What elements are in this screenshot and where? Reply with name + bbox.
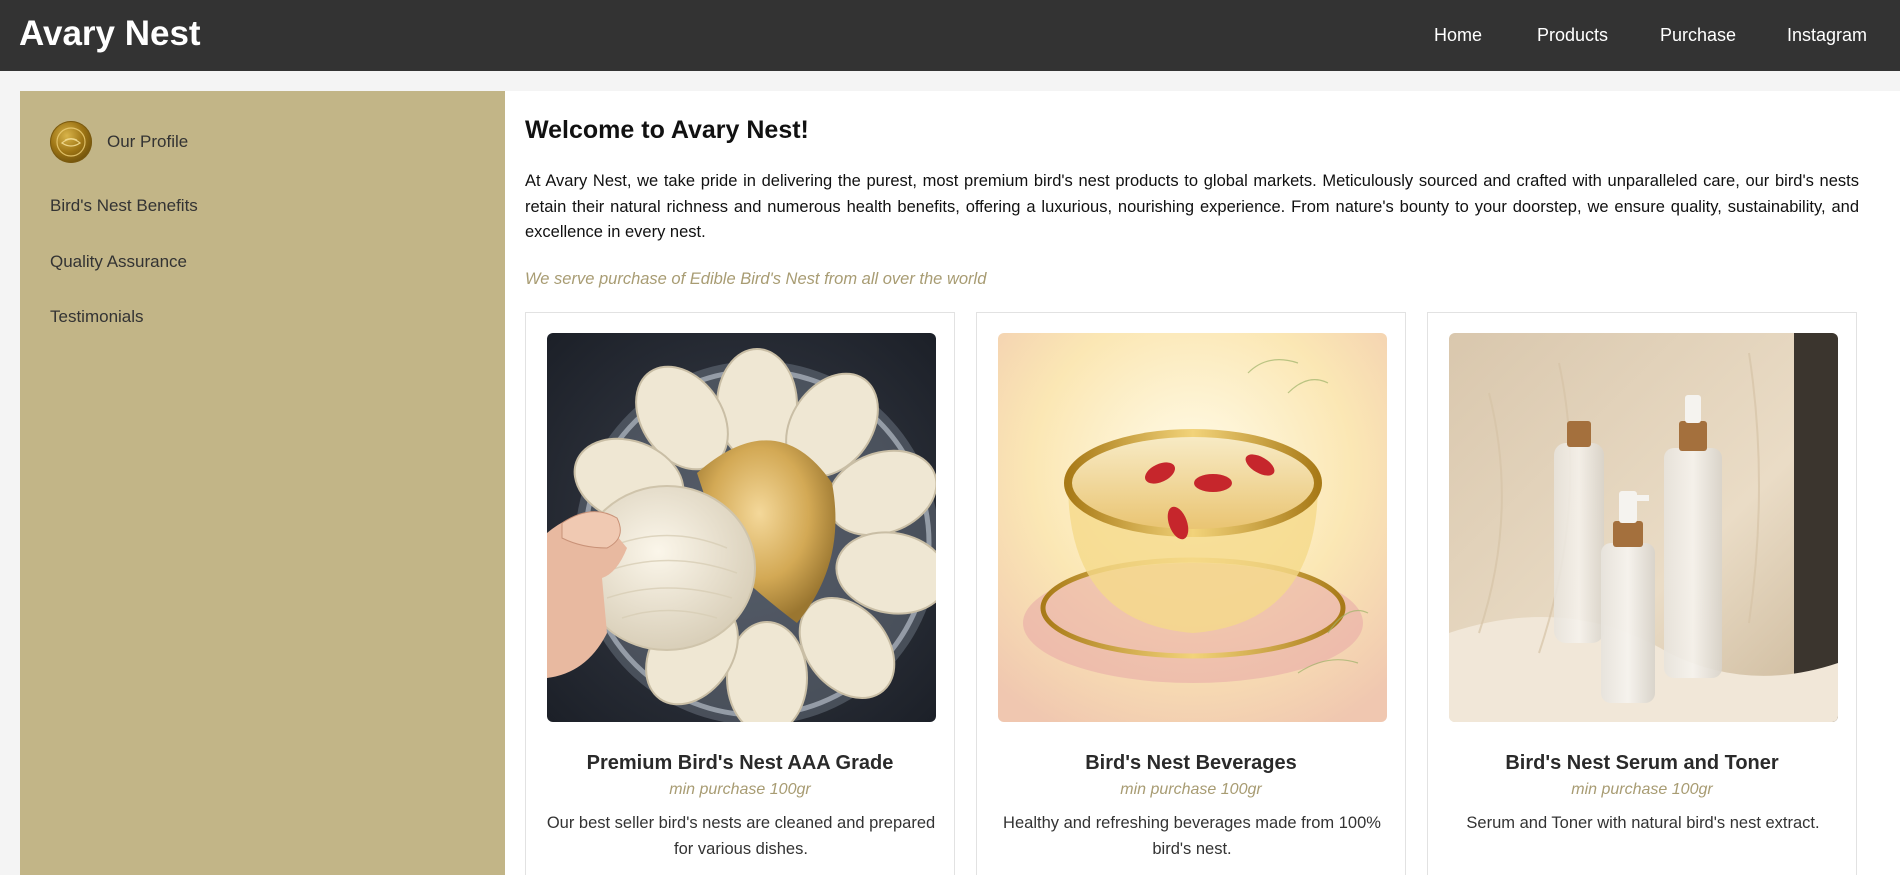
main-content: Welcome to Avary Nest! At Avary Nest, we…: [505, 91, 1900, 875]
product-min-purchase: min purchase 100gr: [1120, 781, 1262, 798]
product-min-purchase: min purchase 100gr: [1571, 781, 1713, 798]
product-card[interactable]: Bird's Nest Beverages min purchase 100gr…: [976, 312, 1406, 875]
product-description: Serum and Toner with natural bird's nest…: [1466, 814, 1820, 832]
product-title: Bird's Nest Beverages: [1085, 752, 1297, 774]
nav-instagram-link[interactable]: Instagram: [1787, 24, 1867, 46]
product-title: Bird's Nest Serum and Toner: [1505, 752, 1779, 774]
sidebar-item-quality-assurance[interactable]: Quality Assurance: [50, 252, 187, 272]
page-title: Welcome to Avary Nest!: [525, 116, 809, 144]
sidebar-item-testimonials[interactable]: Testimonials: [50, 307, 144, 327]
product-description: Healthy and refreshing beverages made fr…: [1003, 814, 1381, 858]
product-description: Our best seller bird's nests are cleaned…: [546, 814, 936, 858]
product-card[interactable]: Bird's Nest Serum and Toner min purchase…: [1427, 312, 1857, 875]
sidebar-item-benefits[interactable]: Bird's Nest Benefits: [50, 196, 198, 216]
company-logo-icon: [50, 121, 92, 163]
product-image-beverages: [998, 333, 1387, 722]
product-title: Premium Bird's Nest AAA Grade: [586, 752, 894, 774]
nav-home-link[interactable]: Home: [1434, 24, 1482, 46]
intro-paragraph: At Avary Nest, we take pride in deliveri…: [525, 172, 1859, 241]
product-image-serum-toner: [1449, 333, 1838, 722]
sidebar: Our Profile Bird's Nest Benefits Quality…: [20, 91, 505, 875]
site-brand[interactable]: Avary Nest: [19, 14, 201, 54]
product-min-purchase: min purchase 100gr: [669, 781, 811, 798]
sidebar-item-our-profile[interactable]: Our Profile: [107, 132, 188, 152]
nav-purchase-link[interactable]: Purchase: [1660, 24, 1736, 46]
product-card[interactable]: Premium Bird's Nest AAA Grade min purcha…: [525, 312, 955, 875]
product-image-birds-nest: [547, 333, 936, 722]
nav-products-link[interactable]: Products: [1537, 24, 1608, 46]
tagline: We serve purchase of Edible Bird's Nest …: [525, 270, 987, 288]
top-nav-bar: Avary Nest Home Products Purchase Instag…: [0, 0, 1900, 71]
